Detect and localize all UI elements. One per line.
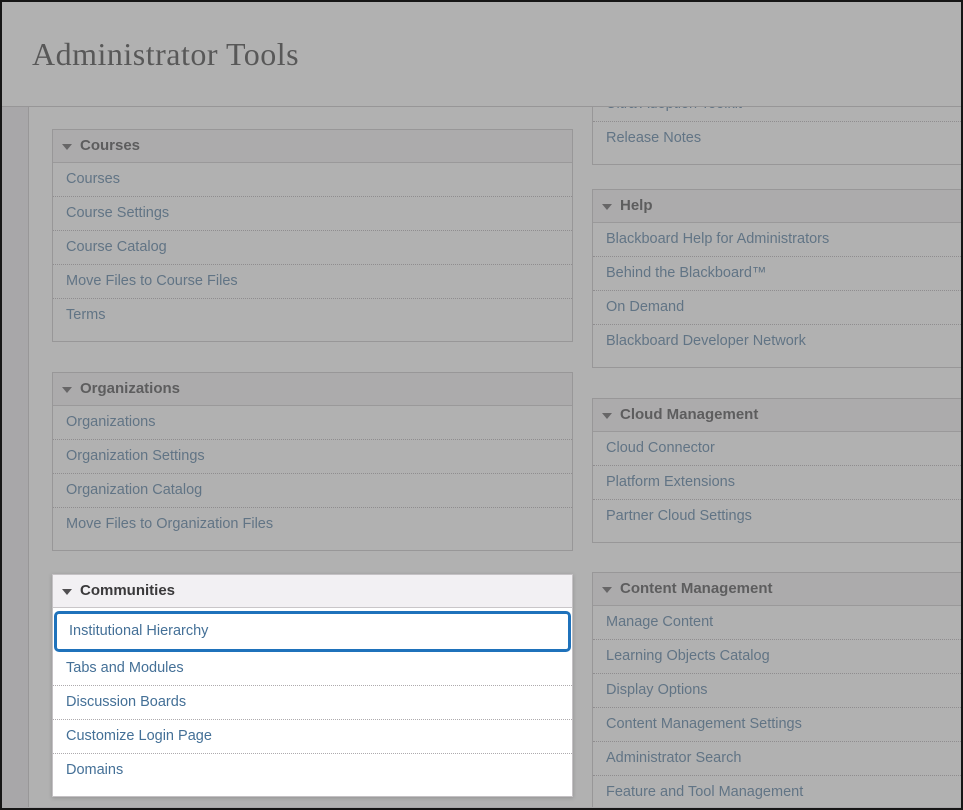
panel-cloud-management: Cloud Management Cloud Connector Platfor… <box>592 398 961 543</box>
panel-header-communities[interactable]: Communities <box>53 575 572 608</box>
collapse-arrow-icon <box>602 587 612 593</box>
link-row: Institutional Hierarchy <box>57 614 568 649</box>
panel-title: Help <box>620 198 653 214</box>
link-blackboard-developer-network[interactable]: Blackboard Developer Network <box>606 333 806 349</box>
link-row: Tabs and Modules <box>53 652 572 685</box>
link-row: On Demand <box>593 290 961 324</box>
link-partner-cloud-settings[interactable]: Partner Cloud Settings <box>606 508 752 524</box>
panel-links: Organizations Organization Settings Orga… <box>53 406 572 550</box>
collapse-arrow-icon <box>62 589 72 595</box>
panel-links: Cloud Connector Platform Extensions Part… <box>593 432 961 542</box>
link-row: Organization Catalog <box>53 473 572 507</box>
link-blackboard-help-for-administrators[interactable]: Blackboard Help for Administrators <box>606 231 829 247</box>
panel-header-help[interactable]: Help <box>593 190 961 223</box>
link-row: Ultra Adoption Toolkit <box>593 107 961 121</box>
link-release-notes[interactable]: Release Notes <box>606 130 701 146</box>
panel-title: Cloud Management <box>620 407 758 423</box>
link-row: Course Catalog <box>53 230 572 264</box>
panel-title: Organizations <box>80 381 180 397</box>
link-row: Cloud Connector <box>593 432 961 465</box>
link-row: Terms <box>53 298 572 332</box>
link-display-options[interactable]: Display Options <box>606 682 708 698</box>
link-ultra-adoption-toolkit[interactable]: Ultra Adoption Toolkit <box>606 107 742 112</box>
link-row: Behind the Blackboard™ <box>593 256 961 290</box>
panel-links: Courses Course Settings Course Catalog M… <box>53 163 572 341</box>
link-move-files-to-organization-files[interactable]: Move Files to Organization Files <box>66 516 273 532</box>
link-row: Organizations <box>53 406 572 439</box>
link-row: Organization Settings <box>53 439 572 473</box>
panel-header-courses[interactable]: Courses <box>53 130 572 163</box>
link-row: Course Settings <box>53 196 572 230</box>
link-row: Domains <box>53 753 572 787</box>
link-row: Release Notes <box>593 121 961 155</box>
panel-title: Courses <box>80 138 140 154</box>
link-behind-the-blackboard[interactable]: Behind the Blackboard™ <box>606 265 766 281</box>
link-row: Administrator Search <box>593 741 961 775</box>
link-organizations[interactable]: Organizations <box>66 414 155 430</box>
collapse-arrow-icon <box>62 144 72 150</box>
link-row: Content Management Settings <box>593 707 961 741</box>
link-row: Discussion Boards <box>53 685 572 719</box>
link-institutional-hierarchy[interactable]: Institutional Hierarchy <box>69 623 208 639</box>
link-organization-settings[interactable]: Organization Settings <box>66 448 205 464</box>
link-row: Platform Extensions <box>593 465 961 499</box>
link-manage-content[interactable]: Manage Content <box>606 614 713 630</box>
page-header: Administrator Tools <box>2 2 961 107</box>
panel-title: Communities <box>80 583 175 599</box>
panel-links: Ultra Adoption Toolkit Release Notes <box>593 107 961 164</box>
panel-header-content-management[interactable]: Content Management <box>593 573 961 606</box>
link-row: Feature and Tool Management <box>593 775 961 807</box>
left-gutter <box>2 107 28 807</box>
link-row: Display Options <box>593 673 961 707</box>
panel-help: Help Blackboard Help for Administrators … <box>592 189 961 368</box>
link-on-demand[interactable]: On Demand <box>606 299 684 315</box>
right-column: Ultra Adoption Toolkit Release Notes Hel… <box>592 107 961 807</box>
panel-tools-utilities-partial: Ultra Adoption Toolkit Release Notes <box>592 107 961 165</box>
link-row: Courses <box>53 163 572 196</box>
panel-content-management: Content Management Manage Content Learni… <box>592 572 961 807</box>
institutional-hierarchy-highlight: Institutional Hierarchy <box>54 611 571 652</box>
link-domains[interactable]: Domains <box>66 762 123 778</box>
panel-courses: Courses Courses Course Settings Course C… <box>52 129 573 342</box>
link-administrator-search[interactable]: Administrator Search <box>606 750 741 766</box>
link-row: Partner Cloud Settings <box>593 499 961 533</box>
link-customize-login-page[interactable]: Customize Login Page <box>66 728 212 744</box>
link-platform-extensions[interactable]: Platform Extensions <box>606 474 735 490</box>
collapse-arrow-icon <box>602 204 612 210</box>
link-row: Manage Content <box>593 606 961 639</box>
panel-communities: Communities Institutional Hierarchy Tabs… <box>52 574 573 797</box>
panel-header-cloud-management[interactable]: Cloud Management <box>593 399 961 432</box>
link-row: Move Files to Organization Files <box>53 507 572 541</box>
link-feature-and-tool-management[interactable]: Feature and Tool Management <box>606 784 803 800</box>
link-learning-objects-catalog[interactable]: Learning Objects Catalog <box>606 648 770 664</box>
link-cloud-connector[interactable]: Cloud Connector <box>606 440 715 456</box>
link-discussion-boards[interactable]: Discussion Boards <box>66 694 186 710</box>
admin-panel-card: Courses Courses Course Settings Course C… <box>28 107 961 807</box>
link-row: Move Files to Course Files <box>53 264 572 298</box>
link-course-catalog[interactable]: Course Catalog <box>66 239 167 255</box>
link-row: Learning Objects Catalog <box>593 639 961 673</box>
panel-title: Content Management <box>620 581 773 597</box>
link-move-files-to-course-files[interactable]: Move Files to Course Files <box>66 273 238 289</box>
administrator-tools-screen: Administrator Tools Courses Courses Cour… <box>0 0 963 810</box>
panel-links: Institutional Hierarchy Tabs and Modules… <box>53 611 572 796</box>
link-tabs-and-modules[interactable]: Tabs and Modules <box>66 660 184 676</box>
collapse-arrow-icon <box>62 387 72 393</box>
link-course-settings[interactable]: Course Settings <box>66 205 169 221</box>
page-title: Administrator Tools <box>32 36 299 73</box>
link-row: Customize Login Page <box>53 719 572 753</box>
panel-links: Manage Content Learning Objects Catalog … <box>593 606 961 807</box>
content-area: Courses Courses Course Settings Course C… <box>2 107 961 807</box>
link-courses[interactable]: Courses <box>66 171 120 187</box>
panel-links: Blackboard Help for Administrators Behin… <box>593 223 961 367</box>
panel-organizations: Organizations Organizations Organization… <box>52 372 573 551</box>
left-column: Courses Courses Course Settings Course C… <box>52 129 573 797</box>
panel-header-organizations[interactable]: Organizations <box>53 373 572 406</box>
link-terms[interactable]: Terms <box>66 307 105 323</box>
link-row: Blackboard Developer Network <box>593 324 961 358</box>
collapse-arrow-icon <box>602 413 612 419</box>
link-content-management-settings[interactable]: Content Management Settings <box>606 716 802 732</box>
link-organization-catalog[interactable]: Organization Catalog <box>66 482 202 498</box>
link-row: Blackboard Help for Administrators <box>593 223 961 256</box>
